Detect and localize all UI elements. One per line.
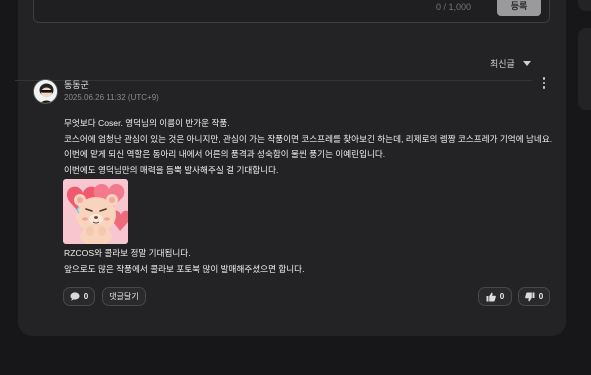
sort-label: 최신글: [490, 59, 515, 69]
comment-line: 이번에도 영덕님만의 매력을 듬뿍 발사해주실 걸 기대합니다.: [64, 164, 279, 175]
comment-line: 코스어에 엄청난 관심이 있는 것은 아니지만, 관심이 가는 작품이면 코스프…: [64, 133, 553, 144]
avatar[interactable]: [33, 79, 58, 104]
more-vertical-icon[interactable]: [538, 76, 550, 90]
char-count: 0 / 1,000: [435, 2, 471, 12]
comment-line: 앞으로도 많은 작품에서 콜라보 포토북 많이 발매해주셨으면 합니다.: [64, 263, 305, 274]
comment-editor[interactable]: 0 / 1,000 등록: [33, 0, 550, 23]
comment-line: 이번에 맡게 되신 역할은 동아리 내에서 어른의 품격과 성숙함이 물씬 풍기…: [64, 149, 386, 159]
comment-body: 무엇보다 Coser. 영덕님의 이름이 반가운 작품. 코스어에 엄청난 관심…: [64, 116, 554, 178]
like-count: 0: [499, 292, 505, 301]
comment-line: RZCOS와 콜라보 정말 기대됩니다.: [64, 248, 191, 258]
thumbs-down-icon: [524, 292, 535, 301]
reply-count: 0: [83, 292, 89, 301]
comment-date: 2025.06.26 11:32 (UTC+9): [64, 93, 159, 102]
dislike-button[interactable]: 0: [518, 287, 550, 306]
comment-author[interactable]: 동동군: [64, 78, 89, 91]
comment-line: 무엇보다 Coser. 영덕님의 이름이 반가운 작품.: [64, 118, 230, 128]
bear-sticker-image: [63, 179, 128, 244]
submit-button[interactable]: 등록: [497, 0, 541, 16]
reply-count-button[interactable]: 0: [63, 287, 95, 306]
side-panel-top: [578, 0, 591, 11]
reply-button[interactable]: 댓글달기: [102, 287, 146, 306]
divider: [15, 80, 532, 81]
side-panel: [578, 28, 591, 110]
like-button[interactable]: 0: [478, 287, 512, 306]
speech-bubble-icon: [70, 292, 80, 301]
chevron-down-icon: [522, 61, 531, 66]
dislike-count: 0: [538, 292, 544, 301]
thumbs-up-icon: [486, 292, 496, 301]
comment-body-continued: RZCOS와 콜라보 정말 기대됩니다. 앞으로도 많은 작품에서 콜라보 포토…: [64, 246, 304, 277]
sort-dropdown[interactable]: 최신글: [490, 57, 531, 70]
